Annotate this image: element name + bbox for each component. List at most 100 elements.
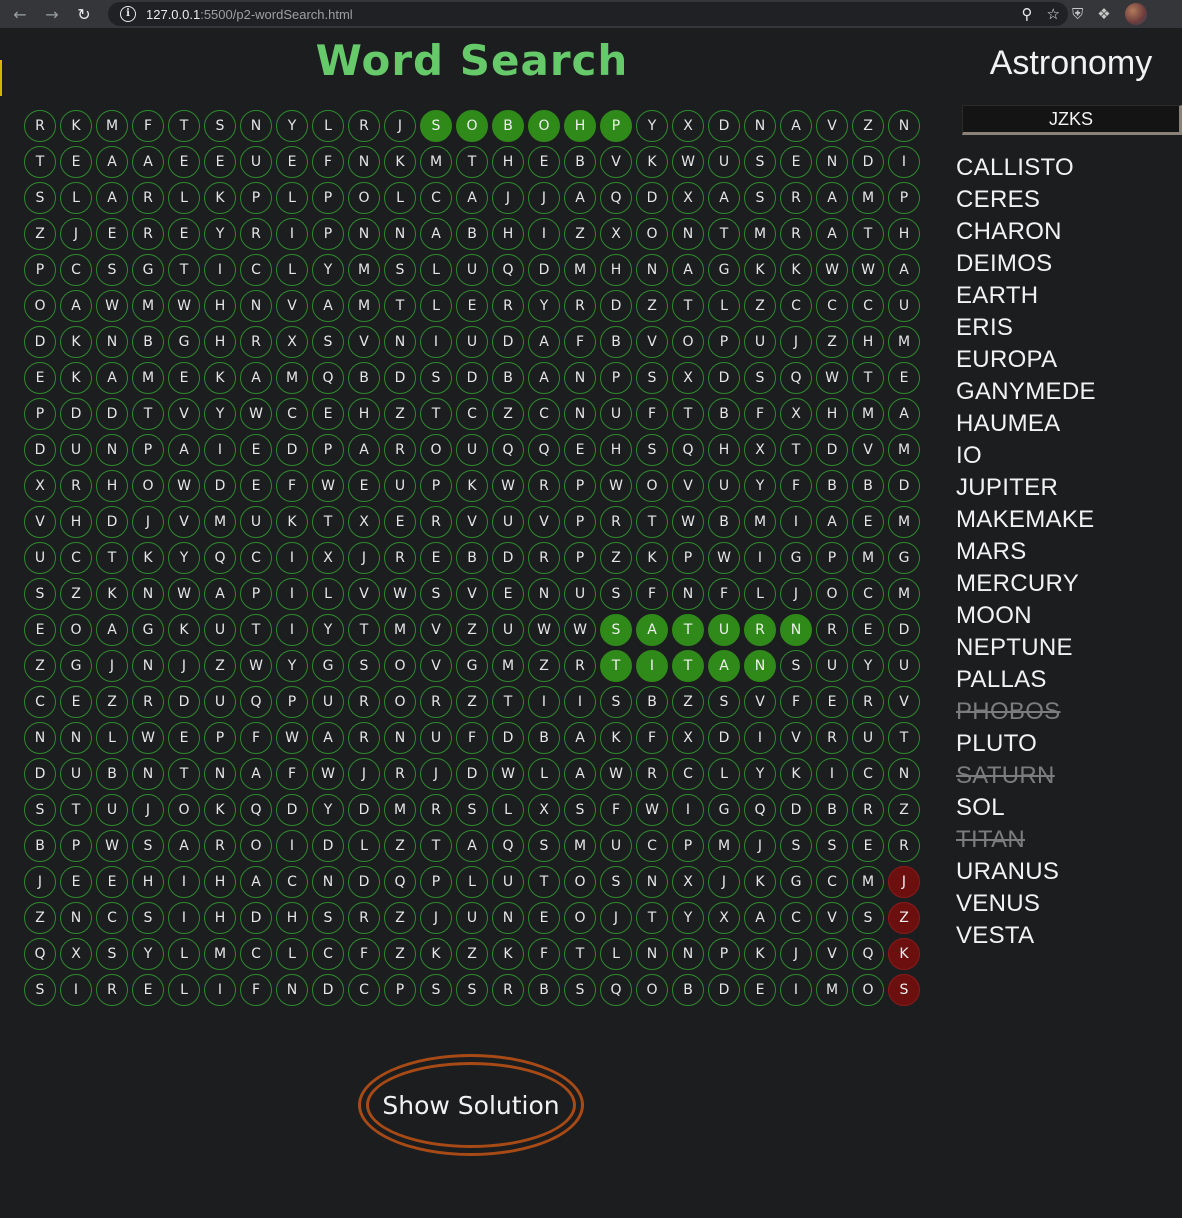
grid-cell[interactable]: F	[240, 974, 272, 1006]
grid-cell[interactable]: W	[168, 470, 200, 502]
grid-cell[interactable]: A	[132, 146, 164, 178]
grid-cell[interactable]: N	[24, 722, 56, 754]
grid-cell[interactable]: U	[24, 542, 56, 574]
grid-cell[interactable]: H	[564, 110, 596, 142]
grid-cell[interactable]: U	[60, 434, 92, 466]
grid-cell[interactable]: J	[96, 650, 128, 682]
grid-cell[interactable]: N	[744, 650, 776, 682]
grid-cell[interactable]: P	[420, 866, 452, 898]
grid-cell[interactable]: N	[888, 110, 920, 142]
grid-cell[interactable]: R	[564, 650, 596, 682]
grid-cell[interactable]: Z	[672, 686, 704, 718]
grid-cell[interactable]: X	[312, 542, 344, 574]
grid-cell[interactable]: V	[528, 506, 560, 538]
grid-cell[interactable]: R	[348, 686, 380, 718]
grid-cell[interactable]: T	[348, 614, 380, 646]
grid-cell[interactable]: V	[456, 578, 488, 610]
grid-cell[interactable]: F	[456, 722, 488, 754]
grid-cell[interactable]: E	[528, 146, 560, 178]
grid-cell[interactable]: S	[204, 110, 236, 142]
grid-cell[interactable]: E	[456, 290, 488, 322]
grid-cell[interactable]: A	[312, 290, 344, 322]
grid-cell[interactable]: Q	[24, 938, 56, 970]
grid-cell[interactable]: M	[384, 794, 416, 826]
grid-cell[interactable]: R	[420, 506, 452, 538]
grid-cell[interactable]: L	[312, 110, 344, 142]
grid-cell[interactable]: I	[204, 974, 236, 1006]
puzzle-extensions-icon[interactable]: ❖	[1097, 5, 1110, 23]
grid-cell[interactable]: Z	[636, 290, 668, 322]
grid-cell[interactable]: M	[888, 578, 920, 610]
address-bar[interactable]: i 127.0.0.1:5500/p2-wordSearch.html ⚲ ☆	[108, 2, 1068, 26]
grid-cell[interactable]: I	[276, 614, 308, 646]
grid-cell[interactable]: I	[636, 650, 668, 682]
grid-cell[interactable]: V	[456, 506, 488, 538]
grid-cell[interactable]: M	[744, 506, 776, 538]
grid-cell[interactable]: K	[204, 182, 236, 214]
grid-cell[interactable]: H	[96, 470, 128, 502]
grid-cell[interactable]: B	[636, 686, 668, 718]
grid-cell[interactable]: C	[312, 938, 344, 970]
grid-cell[interactable]: R	[888, 830, 920, 862]
grid-cell[interactable]: R	[384, 434, 416, 466]
grid-cell[interactable]: D	[600, 290, 632, 322]
grid-cell[interactable]: C	[24, 686, 56, 718]
grid-cell[interactable]: R	[240, 326, 272, 358]
grid-cell[interactable]: C	[672, 758, 704, 790]
grid-cell[interactable]: N	[744, 110, 776, 142]
grid-cell[interactable]: D	[816, 434, 848, 466]
grid-cell[interactable]: F	[240, 722, 272, 754]
grid-cell[interactable]: I	[276, 542, 308, 574]
grid-cell[interactable]: Z	[456, 938, 488, 970]
grid-cell[interactable]: M	[420, 146, 452, 178]
grid-cell[interactable]: B	[672, 974, 704, 1006]
grid-cell[interactable]: T	[672, 650, 704, 682]
grid-cell[interactable]: V	[888, 686, 920, 718]
grid-cell[interactable]: T	[672, 614, 704, 646]
grid-cell[interactable]: K	[744, 938, 776, 970]
grid-cell[interactable]: K	[456, 470, 488, 502]
grid-cell[interactable]: T	[60, 794, 92, 826]
grid-cell[interactable]: K	[636, 146, 668, 178]
grid-cell[interactable]: G	[168, 326, 200, 358]
grid-cell[interactable]: H	[852, 326, 884, 358]
grid-cell[interactable]: I	[168, 866, 200, 898]
grid-cell[interactable]: C	[852, 290, 884, 322]
grid-cell[interactable]: V	[816, 110, 848, 142]
grid-cell[interactable]: D	[528, 254, 560, 286]
grid-cell[interactable]: U	[708, 470, 740, 502]
grid-cell[interactable]: W	[816, 254, 848, 286]
bookmark-star-icon[interactable]: ☆	[1047, 5, 1060, 23]
grid-cell[interactable]: J	[420, 758, 452, 790]
grid-cell[interactable]: Y	[744, 758, 776, 790]
grid-cell[interactable]: N	[312, 866, 344, 898]
grid-cell[interactable]: N	[888, 758, 920, 790]
grid-cell[interactable]: N	[384, 722, 416, 754]
forward-arrow-icon[interactable]: →	[40, 2, 64, 26]
grid-cell[interactable]: C	[240, 254, 272, 286]
grid-cell[interactable]: P	[420, 470, 452, 502]
grid-cell[interactable]: B	[564, 146, 596, 178]
grid-cell[interactable]: A	[60, 290, 92, 322]
grid-cell[interactable]: K	[888, 938, 920, 970]
grid-cell[interactable]: M	[96, 110, 128, 142]
grid-cell[interactable]: A	[708, 650, 740, 682]
grid-cell[interactable]: R	[852, 794, 884, 826]
grid-cell[interactable]: U	[384, 470, 416, 502]
grid-cell[interactable]: E	[420, 542, 452, 574]
grid-cell[interactable]: V	[276, 290, 308, 322]
grid-cell[interactable]: A	[96, 146, 128, 178]
grid-cell[interactable]: Q	[744, 794, 776, 826]
grid-cell[interactable]: Q	[528, 434, 560, 466]
grid-cell[interactable]: O	[636, 218, 668, 250]
grid-cell[interactable]: P	[312, 218, 344, 250]
grid-cell[interactable]: R	[132, 182, 164, 214]
grid-cell[interactable]: D	[24, 434, 56, 466]
grid-cell[interactable]: W	[96, 290, 128, 322]
grid-cell[interactable]: S	[528, 830, 560, 862]
grid-cell[interactable]: P	[816, 542, 848, 574]
grid-cell[interactable]: P	[276, 686, 308, 718]
grid-cell[interactable]: U	[312, 686, 344, 718]
grid-cell[interactable]: U	[456, 326, 488, 358]
grid-cell[interactable]: V	[816, 902, 848, 934]
